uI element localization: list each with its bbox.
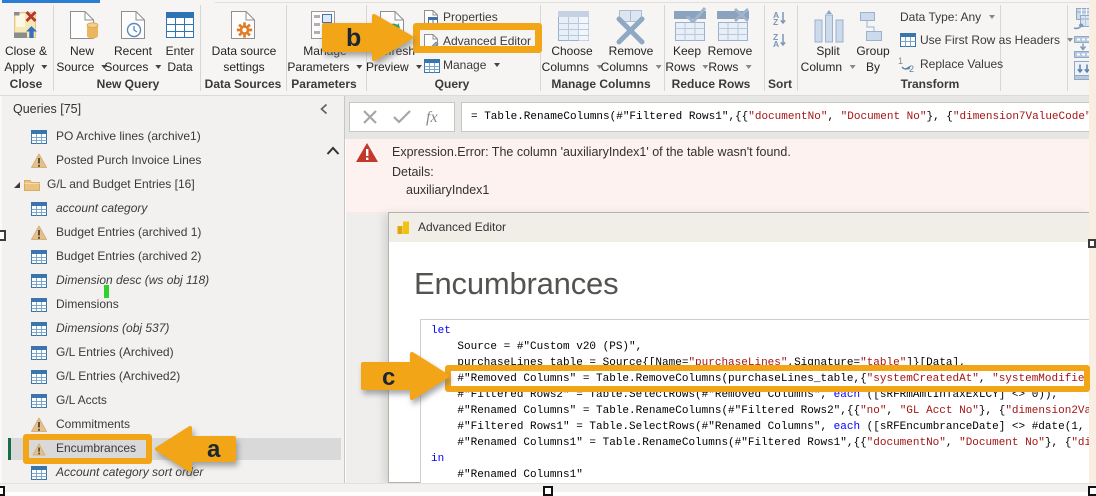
svg-text:2: 2 bbox=[909, 64, 914, 74]
svg-text:1: 1 bbox=[898, 56, 903, 66]
svg-text:fx: fx bbox=[426, 109, 438, 126]
svg-text:a: a bbox=[207, 436, 221, 463]
svg-text:Z: Z bbox=[773, 17, 778, 27]
svg-text:c: c bbox=[382, 364, 395, 391]
svg-text:b: b bbox=[346, 24, 361, 52]
svg-text:A: A bbox=[773, 39, 779, 49]
